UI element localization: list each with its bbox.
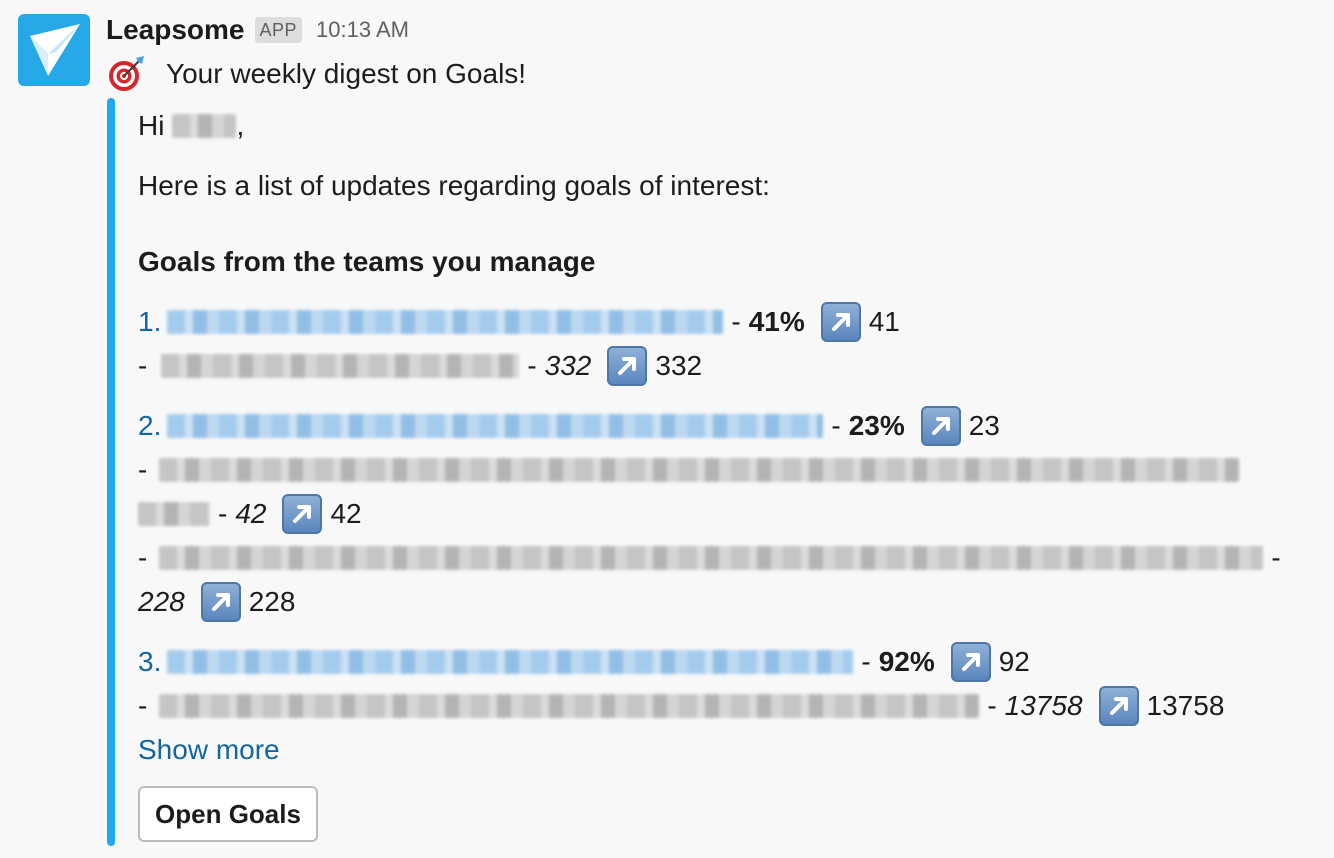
goal-item: 3. - 92% 92 <box>138 640 1030 684</box>
dash: - <box>138 350 148 381</box>
digest-title: Your weekly digest on Goals! <box>166 58 527 89</box>
greeting-line: Hi , <box>138 104 244 148</box>
intro-text: Here is a list of updates regarding goal… <box>138 170 770 201</box>
arrow-upper-right-icon <box>920 406 961 446</box>
dash: - <box>138 690 148 721</box>
arrow-upper-right-icon <box>200 582 241 622</box>
key-result-value: 42 <box>235 498 267 529</box>
key-result-item: - <box>138 448 1240 492</box>
redacted-goal-link[interactable] <box>167 650 854 674</box>
redacted-key-result <box>159 458 1240 482</box>
redacted-key-result <box>138 502 210 526</box>
key-result-item: - - <box>138 536 1281 580</box>
app-badge: APP <box>254 17 303 43</box>
goal-number-link[interactable]: 2. <box>138 404 161 448</box>
slack-message: Leapsome APP 10:13 AM Your weekly digest… <box>0 0 1334 858</box>
section-title-text: Goals from the teams you manage <box>138 246 596 277</box>
intro-line: Here is a list of updates regarding goal… <box>138 164 770 208</box>
section-title: Goals from the teams you manage <box>138 240 595 284</box>
goal-change-value: 92 <box>998 646 1030 677</box>
redacted-goal-link[interactable] <box>167 310 724 334</box>
key-result-change: 13758 <box>1146 690 1225 721</box>
key-result-item-continued: - 42 42 <box>138 492 362 536</box>
key-result-value: 13758 <box>1004 690 1083 721</box>
goal-percent: 92% <box>878 646 935 677</box>
message-title: Your weekly digest on Goals! <box>106 56 526 92</box>
goal-item: 2. - 23% 23 <box>138 404 1000 448</box>
separator: - <box>218 498 228 529</box>
goal-percent: 41% <box>748 306 805 337</box>
greeting-suffix: , <box>236 110 245 141</box>
arrow-upper-right-icon <box>282 494 323 534</box>
goal-percent: 23% <box>848 410 905 441</box>
key-result-item: - - 332 332 <box>138 344 702 388</box>
separator: - <box>527 350 537 381</box>
goal-change-value: 23 <box>968 410 1000 441</box>
goal-change-value: 41 <box>868 306 900 337</box>
arrow-upper-right-icon <box>607 346 648 386</box>
arrow-upper-right-icon <box>1098 686 1139 726</box>
greeting-text: Hi <box>138 110 165 141</box>
direct-hit-icon <box>106 54 146 94</box>
key-result-value: 332 <box>544 350 592 381</box>
key-result-value: 228 <box>138 586 185 617</box>
timestamp[interactable]: 10:13 AM <box>316 17 409 43</box>
dash: - <box>138 454 148 485</box>
goal-item: 1. - 41% 41 <box>138 300 900 344</box>
redacted-key-result <box>159 694 980 718</box>
arrow-upper-right-icon <box>950 642 991 682</box>
message-header: Leapsome APP 10:13 AM <box>106 12 409 48</box>
separator: - <box>861 646 871 677</box>
goal-number-link[interactable]: 3. <box>138 640 161 684</box>
separator: - <box>987 690 997 721</box>
redacted-key-result <box>159 546 1264 570</box>
arrow-upper-right-icon <box>820 302 861 342</box>
show-more-link[interactable]: Show more <box>138 728 280 772</box>
separator: - <box>831 410 841 441</box>
sender-name[interactable]: Leapsome <box>106 14 245 46</box>
goal-number-link[interactable]: 1. <box>138 300 161 344</box>
redacted-key-result <box>161 354 520 378</box>
key-result-change: 332 <box>655 350 703 381</box>
redacted-goal-link[interactable] <box>167 414 824 438</box>
separator: - <box>731 306 741 337</box>
open-goals-button[interactable]: Open Goals <box>138 786 318 842</box>
leapsome-logo-icon[interactable] <box>18 14 90 86</box>
separator: - <box>1271 542 1281 573</box>
redacted-name <box>172 114 237 138</box>
key-result-item: - - 13758 13758 <box>138 684 1224 728</box>
key-result-item-continued: 228 228 <box>138 580 295 624</box>
attachment-accent-bar <box>107 98 115 846</box>
key-result-change: 42 <box>330 498 362 529</box>
dash: - <box>138 542 148 573</box>
key-result-change: 228 <box>248 586 296 617</box>
